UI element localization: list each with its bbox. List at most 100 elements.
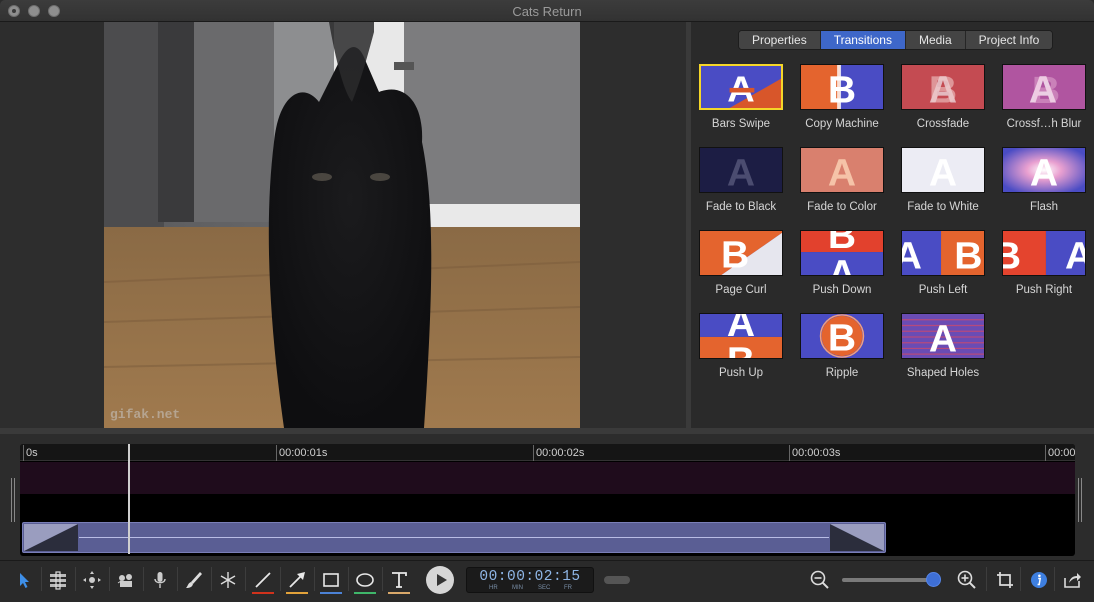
pan-zoom-tool-button[interactable] [75, 565, 109, 595]
svg-text:A: A [929, 318, 957, 358]
svg-text:A: A [902, 235, 922, 275]
video-clip[interactable] [22, 522, 886, 553]
transition-label: Crossfade [916, 118, 970, 130]
freeze-frame-button[interactable] [211, 565, 245, 595]
timecode-unit-fr: FR [564, 585, 572, 591]
transition-label: Push Down [812, 284, 872, 296]
transition-flash[interactable]: A Flash [995, 147, 1094, 217]
zoom-in-icon [957, 570, 976, 589]
transition-label: Bars Swipe [711, 118, 771, 130]
svg-text:A: A [828, 152, 856, 192]
smart-focus-tool-button[interactable] [109, 565, 143, 595]
share-button[interactable] [1055, 565, 1089, 595]
fade-in-handle[interactable] [24, 524, 78, 551]
tool-color-swatch [354, 592, 376, 594]
tool-color-swatch [286, 592, 308, 594]
zoom-slider-knob[interactable] [926, 572, 941, 587]
transition-label: Push Up [718, 367, 764, 379]
video-preview[interactable]: gifak.net [104, 22, 580, 428]
tool-color-swatch [388, 592, 410, 594]
transition-shaped-holes[interactable]: A Shaped Holes [894, 313, 994, 383]
zoom-in-button[interactable] [950, 565, 984, 595]
ellipse-tool-button[interactable] [348, 565, 382, 595]
tab-transitions[interactable]: Transitions [820, 31, 906, 49]
copy-machine-thumbnail-icon: B [800, 64, 884, 110]
transition-page-curl[interactable]: B Page Curl [692, 230, 792, 300]
arrow-tool-icon [289, 572, 305, 588]
tab-project-info[interactable]: Project Info [965, 31, 1053, 49]
clip-volume-line[interactable] [79, 537, 829, 538]
video-watermark: gifak.net [110, 407, 181, 422]
timecode-value: 00:00:02:15 [479, 569, 581, 585]
transition-fade-to-white[interactable]: A Fade to White [894, 147, 994, 217]
ellipse-tool-icon [356, 573, 374, 587]
trim-tool-button[interactable] [41, 565, 75, 595]
playhead[interactable] [128, 444, 130, 554]
transition-fade-to-black[interactable]: A Fade to Black [692, 147, 792, 217]
timecode-display[interactable]: 00:00:02:15 HR MIN SEC FR [466, 567, 594, 593]
tab-media[interactable]: Media [905, 31, 966, 49]
highlight-brush-button[interactable] [177, 565, 211, 595]
svg-text:B: B [828, 69, 856, 109]
svg-text:B: B [828, 317, 856, 358]
info-button[interactable] [1022, 565, 1056, 595]
crop-icon [997, 572, 1013, 588]
svg-text:A: A [828, 253, 856, 275]
preview-area: gifak.net [0, 22, 686, 428]
toolbar-separator [986, 567, 987, 591]
text-tool-button[interactable] [382, 565, 416, 595]
push-right-thumbnail-icon: BA [1002, 230, 1086, 276]
transition-label: Push Right [1015, 284, 1073, 296]
svg-text:B: B [929, 69, 957, 109]
tool-color-swatch [252, 592, 274, 594]
flash-thumbnail-icon: A [1002, 147, 1086, 193]
arrow-tool-button[interactable] [280, 565, 314, 595]
rectangle-tool-icon [323, 573, 339, 587]
transition-bars-swipe[interactable]: A Bars Swipe [692, 64, 792, 134]
transition-push-right[interactable]: BA Push Right [995, 230, 1094, 300]
transition-ripple[interactable]: B Ripple [793, 313, 893, 383]
transition-label: Crossf…h Blur [1006, 118, 1082, 130]
transition-crossfade-blur[interactable]: A B Crossf…h Blur [995, 64, 1094, 134]
ruler-tick: 0s [23, 445, 38, 461]
ruler-tick: 00:00:01s [276, 445, 327, 461]
transition-push-down[interactable]: B A Push Down [793, 230, 893, 300]
rectangle-tool-button[interactable] [314, 565, 348, 595]
timeline-tracks: 0s 00:00:01s 00:00:02s 00:00:03s 00:00 [20, 444, 1075, 556]
timeline-ruler[interactable]: 0s 00:00:01s 00:00:02s 00:00:03s 00:00 [20, 444, 1075, 461]
svg-text:A: A [727, 152, 755, 192]
timeline-left-grip[interactable] [11, 478, 15, 522]
track-1[interactable] [20, 462, 1075, 494]
zoom-slider-track[interactable] [842, 578, 934, 582]
bars-swipe-thumbnail-icon: A [699, 64, 783, 110]
timeline: 0s 00:00:01s 00:00:02s 00:00:03s 00:00 [0, 434, 1094, 560]
transition-push-up[interactable]: AB Push Up [692, 313, 792, 383]
fade-out-handle[interactable] [830, 524, 884, 551]
crop-button[interactable] [988, 565, 1022, 595]
timecode-unit-min: MIN [512, 585, 523, 591]
fade-to-color-thumbnail-icon: A [800, 147, 884, 193]
transition-copy-machine[interactable]: B Copy Machine [793, 64, 893, 134]
play-button[interactable] [426, 566, 454, 594]
app-window: Cats Return gifak.net Properties Transit… [0, 0, 1094, 602]
right-panel: PropertiesTransitionsMediaProject Info A… [691, 22, 1094, 428]
zoom-out-button[interactable] [803, 565, 837, 595]
text-tool-icon [392, 572, 407, 588]
pointer-tool-button[interactable] [7, 565, 41, 595]
line-tool-button[interactable] [246, 565, 280, 595]
tab-properties[interactable]: Properties [739, 31, 821, 49]
transition-label: Fade to Black [705, 201, 777, 213]
toolbar-separator [1020, 567, 1021, 591]
transition-push-left[interactable]: AB Push Left [894, 230, 994, 300]
transition-label: Shaped Holes [906, 367, 980, 379]
title-bar: Cats Return [0, 0, 1094, 22]
playback-options-pill[interactable] [604, 576, 630, 584]
fade-to-white-thumbnail-icon: A [901, 147, 985, 193]
ruler-tick: 00:00:02s [533, 445, 584, 461]
transition-crossfade[interactable]: A B Crossfade [894, 64, 994, 134]
timeline-right-grip[interactable] [1078, 478, 1082, 522]
microphone-button[interactable] [143, 565, 177, 595]
transition-fade-to-color[interactable]: A Fade to Color [793, 147, 893, 217]
info-icon [1031, 572, 1047, 588]
transition-label: Push Left [918, 284, 968, 296]
